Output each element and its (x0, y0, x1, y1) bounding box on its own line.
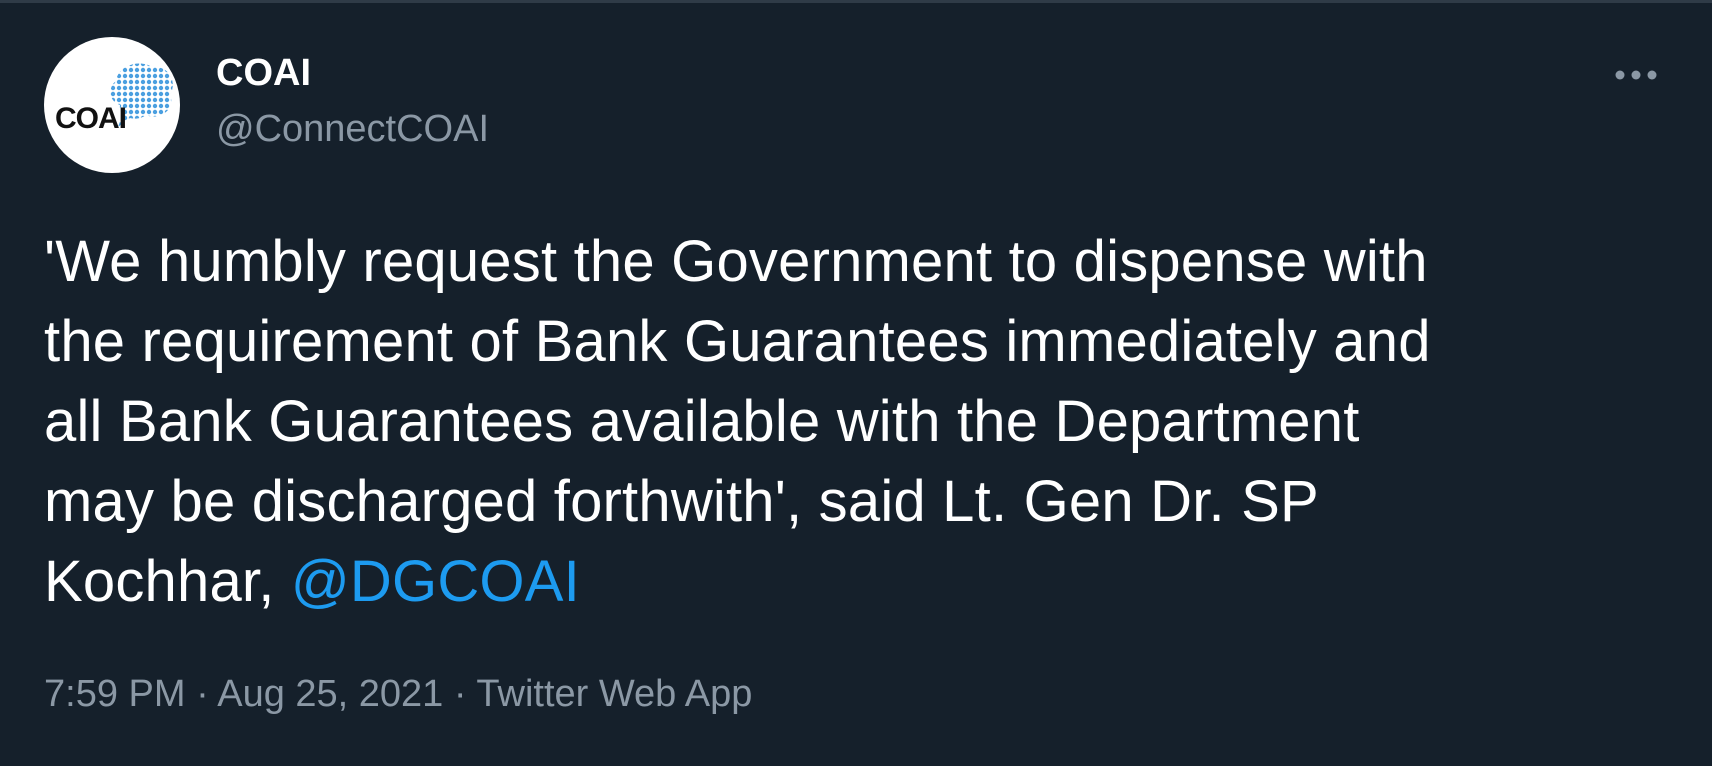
tweet-time-link[interactable]: 7:59 PM (44, 673, 186, 715)
meta-separator: · (453, 673, 477, 715)
tweet-metadata: 7:59 PM · Aug 25, 2021 · Twitter Web App (44, 670, 752, 718)
tweet-date-link[interactable]: Aug 25, 2021 (217, 673, 443, 715)
tweet-source-link[interactable]: Twitter Web App (476, 673, 752, 715)
author-info: COAI @ConnectCOAI (216, 49, 489, 153)
more-horizontal-icon (1615, 70, 1657, 80)
tweet-text-last-line: Kochhar, @DGCOAI (44, 542, 1644, 622)
author-handle[interactable]: @ConnectCOAI (216, 105, 489, 153)
tweet-text-line: 'We humbly request the Government to dis… (44, 229, 1428, 294)
tweet-text-line: all Bank Guarantees available with the D… (44, 389, 1360, 454)
author-display-name[interactable]: COAI (216, 49, 489, 97)
tweet-text-line: may be discharged forthwith', said Lt. G… (44, 469, 1319, 534)
meta-separator: · (196, 673, 218, 715)
tweet-text: 'We humbly request the Government to dis… (44, 222, 1644, 622)
tweet-header: COAI COAI @ConnectCOAI (44, 37, 1668, 177)
avatar-logo-text: COAI (55, 102, 127, 135)
tweet-card: COAI COAI @ConnectCOAI 'We humbly reques… (0, 0, 1712, 766)
tweet-text-segment: Kochhar, (44, 549, 291, 614)
tweet-text-line: the requirement of Bank Guarantees immed… (44, 309, 1431, 374)
avatar[interactable]: COAI (44, 37, 180, 173)
more-options-button[interactable] (1608, 57, 1668, 93)
mention-link[interactable]: @DGCOAI (291, 549, 580, 614)
